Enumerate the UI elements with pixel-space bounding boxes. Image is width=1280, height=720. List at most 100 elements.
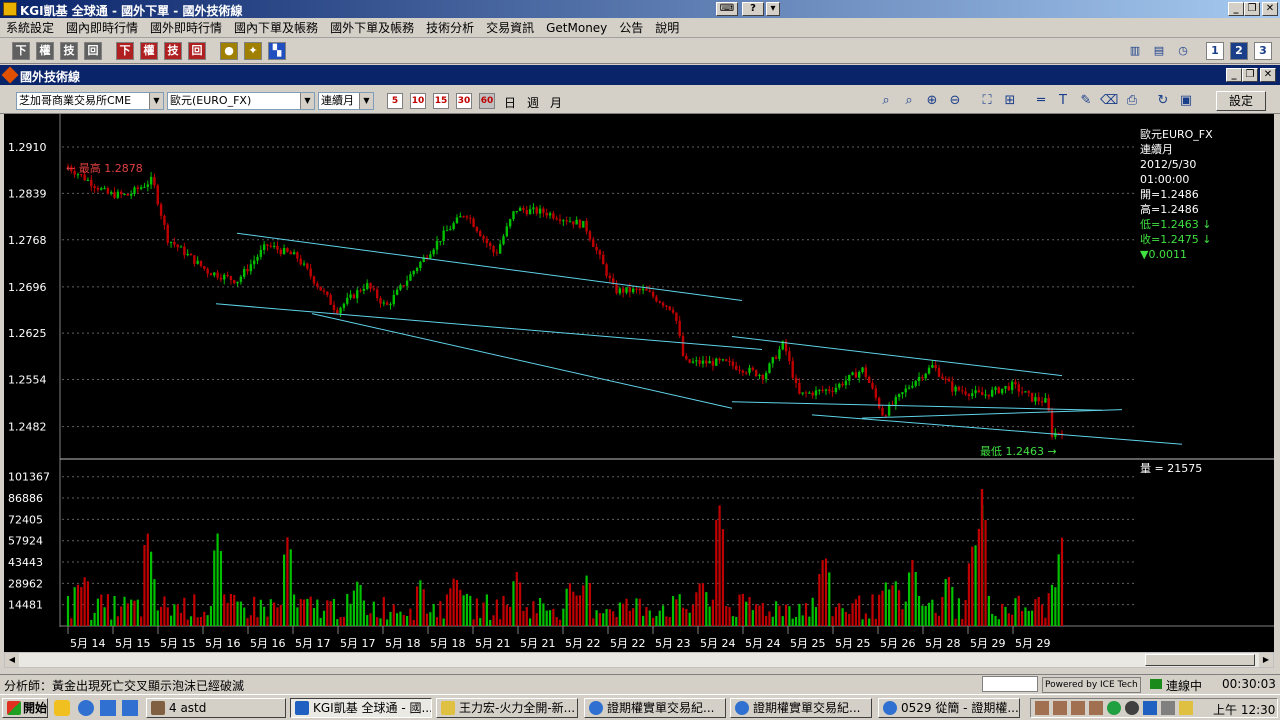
- period-60-button[interactable]: 60: [479, 93, 495, 109]
- menu-help[interactable]: 說明: [649, 18, 685, 38]
- scroll-thumb[interactable]: [1145, 654, 1255, 666]
- period-30-button[interactable]: 30: [456, 93, 472, 109]
- clock-icon[interactable]: ◷: [1174, 42, 1192, 60]
- start-button[interactable]: 開始: [2, 698, 48, 718]
- window-icon[interactable]: ▣: [1177, 93, 1195, 109]
- candle-body: [1034, 397, 1037, 402]
- task-record-1[interactable]: 證期權實單交易紀...: [584, 698, 726, 718]
- desktop-icon[interactable]: [122, 700, 138, 716]
- menu-trade-info[interactable]: 交易資訊: [480, 18, 540, 38]
- tray-icon[interactable]: [1107, 701, 1121, 715]
- eraser-icon[interactable]: ⌫: [1100, 93, 1118, 109]
- pen-icon[interactable]: ✎: [1077, 93, 1095, 109]
- volume-bar: [535, 613, 538, 626]
- search-icon[interactable]: ⌕: [877, 93, 895, 109]
- tray-icon[interactable]: [1179, 701, 1193, 715]
- order-button[interactable]: 下: [12, 42, 30, 60]
- candle-body: [641, 288, 645, 291]
- layout-2-button[interactable]: 2: [1230, 42, 1248, 60]
- zoom-icon[interactable]: ⌕: [900, 93, 918, 109]
- text-icon[interactable]: T: [1054, 93, 1072, 109]
- foreign-options-button[interactable]: 權: [140, 42, 158, 60]
- period-week-button[interactable]: 週: [527, 94, 539, 111]
- volume-bar: [622, 603, 625, 626]
- period-month-button[interactable]: 月: [550, 94, 562, 111]
- status-input[interactable]: [982, 676, 1038, 692]
- menu-system[interactable]: 系統設定: [0, 18, 60, 38]
- printer-icon[interactable]: ⎙: [1123, 93, 1141, 109]
- coin-icon[interactable]: ●: [220, 42, 238, 60]
- foreign-order-button[interactable]: 下: [116, 42, 134, 60]
- quicklaunch-icon[interactable]: [54, 700, 70, 716]
- tray-icon[interactable]: [1089, 701, 1103, 715]
- menu-domestic-order[interactable]: 國內下單及帳務: [228, 18, 324, 38]
- star-icon[interactable]: ✦: [244, 42, 262, 60]
- tray-icon[interactable]: [1125, 701, 1139, 715]
- period-day-button[interactable]: 日: [504, 94, 516, 111]
- subwindow-close-button[interactable]: ✕: [1260, 68, 1276, 82]
- tech-button[interactable]: 技: [60, 42, 78, 60]
- foreign-report-button[interactable]: 回: [188, 42, 206, 60]
- keyboard-icon[interactable]: ⌨: [716, 2, 738, 16]
- menu-foreign-quote[interactable]: 國外即時行情: [144, 18, 228, 38]
- horizontal-line-icon[interactable]: ═: [1032, 93, 1050, 109]
- menu-domestic-quote[interactable]: 國內即時行情: [60, 18, 144, 38]
- subwindow-restore-button[interactable]: ❐: [1242, 68, 1258, 82]
- layout-1-button[interactable]: 1: [1206, 42, 1224, 60]
- options-button[interactable]: 權: [36, 42, 54, 60]
- zoom-in-icon[interactable]: ⊕: [923, 93, 941, 109]
- exchange-select[interactable]: 芝加哥商業交易所CME ▼: [16, 92, 164, 110]
- candle-body: [897, 394, 901, 398]
- refresh-icon[interactable]: ↻: [1154, 93, 1172, 109]
- volume-bar: [804, 603, 808, 626]
- tray-icon[interactable]: [1071, 701, 1085, 715]
- minimize-button[interactable]: _: [1228, 2, 1244, 16]
- task-kgi[interactable]: KGI凱基 全球通 - 國...: [290, 698, 432, 718]
- info-date: 2012/5/30: [1140, 158, 1196, 171]
- task-music[interactable]: 王力宏-火力全開-新...: [436, 698, 578, 718]
- layout-3-button[interactable]: 3: [1254, 42, 1272, 60]
- dropdown-icon[interactable]: ▾: [766, 2, 780, 16]
- price-volume-chart[interactable]: 1.2910 1.2839 1.2768 1.2696 1.2625 1.2554 1.24…: [4, 114, 1274, 652]
- task-record-2[interactable]: 證期權實單交易紀...: [730, 698, 872, 718]
- grid-icon[interactable]: ⊞: [1001, 93, 1019, 109]
- ie-icon[interactable]: [78, 700, 94, 716]
- foreign-tech-button[interactable]: 技: [164, 42, 182, 60]
- task-astd[interactable]: 4 astd: [146, 698, 286, 718]
- restore-button[interactable]: ❐: [1244, 2, 1260, 16]
- help-icon[interactable]: ?: [742, 2, 764, 16]
- horizontal-scrollbar[interactable]: ◀ ▶: [4, 652, 1274, 668]
- period-10-button[interactable]: 10: [410, 93, 426, 109]
- settings-button[interactable]: 設定: [1216, 91, 1266, 111]
- tile-vertical-icon[interactable]: ▥: [1126, 42, 1144, 60]
- task-record-3[interactable]: 0529 從簡 - 證期權...: [878, 698, 1020, 718]
- period-type-select[interactable]: 連續月 ▼: [318, 92, 374, 110]
- scroll-right-icon[interactable]: ▶: [1259, 653, 1273, 667]
- period-5-button[interactable]: 5: [387, 93, 403, 109]
- zoom-out-icon[interactable]: ⊖: [946, 93, 964, 109]
- tray-icon[interactable]: [1053, 701, 1067, 715]
- candle-body: [149, 176, 153, 185]
- volume-bar: [924, 605, 927, 626]
- contract-select[interactable]: 歐元(EURO_FX) ▼: [167, 92, 315, 110]
- volume-icon[interactable]: [1161, 701, 1175, 715]
- outlook-icon[interactable]: [100, 700, 116, 716]
- volume-bar: [778, 605, 781, 626]
- tray-icon[interactable]: [1035, 701, 1049, 715]
- scroll-left-icon[interactable]: ◀: [5, 653, 19, 667]
- menu-notice[interactable]: 公告: [613, 18, 649, 38]
- windows-icon[interactable]: ▚: [268, 42, 286, 60]
- tray-icon[interactable]: [1143, 701, 1157, 715]
- menu-tech-analysis[interactable]: 技術分析: [420, 18, 480, 38]
- subwindow-minimize-button[interactable]: _: [1226, 68, 1242, 82]
- menu-getmoney[interactable]: GetMoney: [540, 18, 613, 38]
- candle-body: [671, 309, 675, 313]
- volume-bar: [755, 604, 758, 626]
- fit-icon[interactable]: ⛶: [978, 93, 996, 109]
- period-15-button[interactable]: 15: [433, 93, 449, 109]
- tile-horizontal-icon[interactable]: ▤: [1150, 42, 1168, 60]
- close-button[interactable]: ✕: [1262, 2, 1278, 16]
- menu-foreign-order[interactable]: 國外下單及帳務: [324, 18, 420, 38]
- report-button[interactable]: 回: [84, 42, 102, 60]
- volume-bar: [509, 606, 512, 626]
